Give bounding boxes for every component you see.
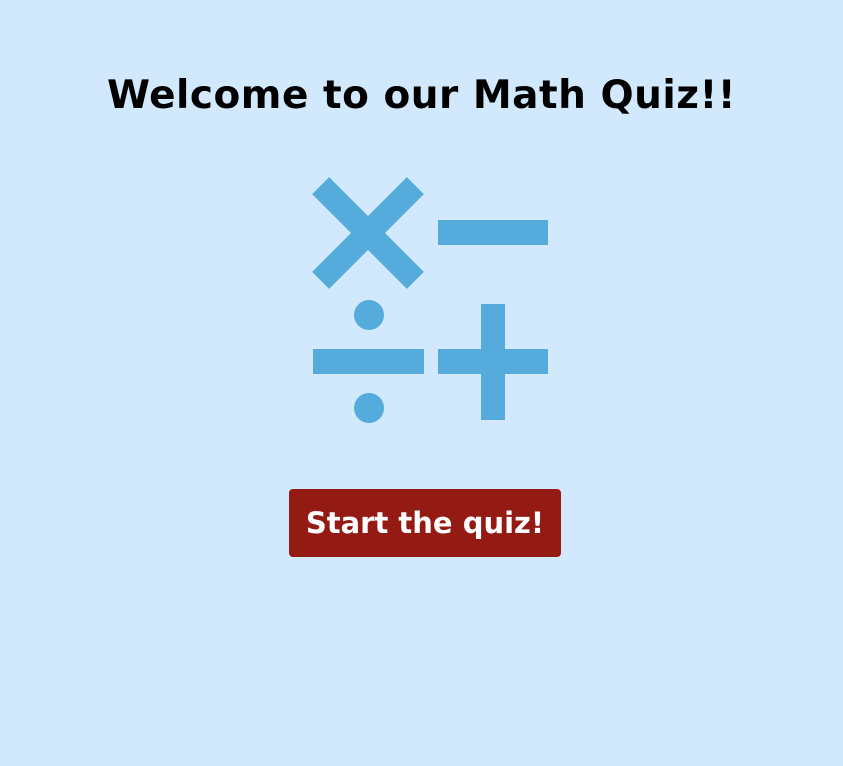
multiply-icon (312, 177, 424, 289)
minus-icon (438, 220, 548, 245)
math-operators-icon (312, 177, 548, 423)
plus-icon (438, 304, 548, 420)
start-quiz-button[interactable]: Start the quiz! (289, 489, 561, 557)
divide-icon (313, 300, 424, 423)
page-title: Welcome to our Math Quiz!! (106, 73, 737, 118)
